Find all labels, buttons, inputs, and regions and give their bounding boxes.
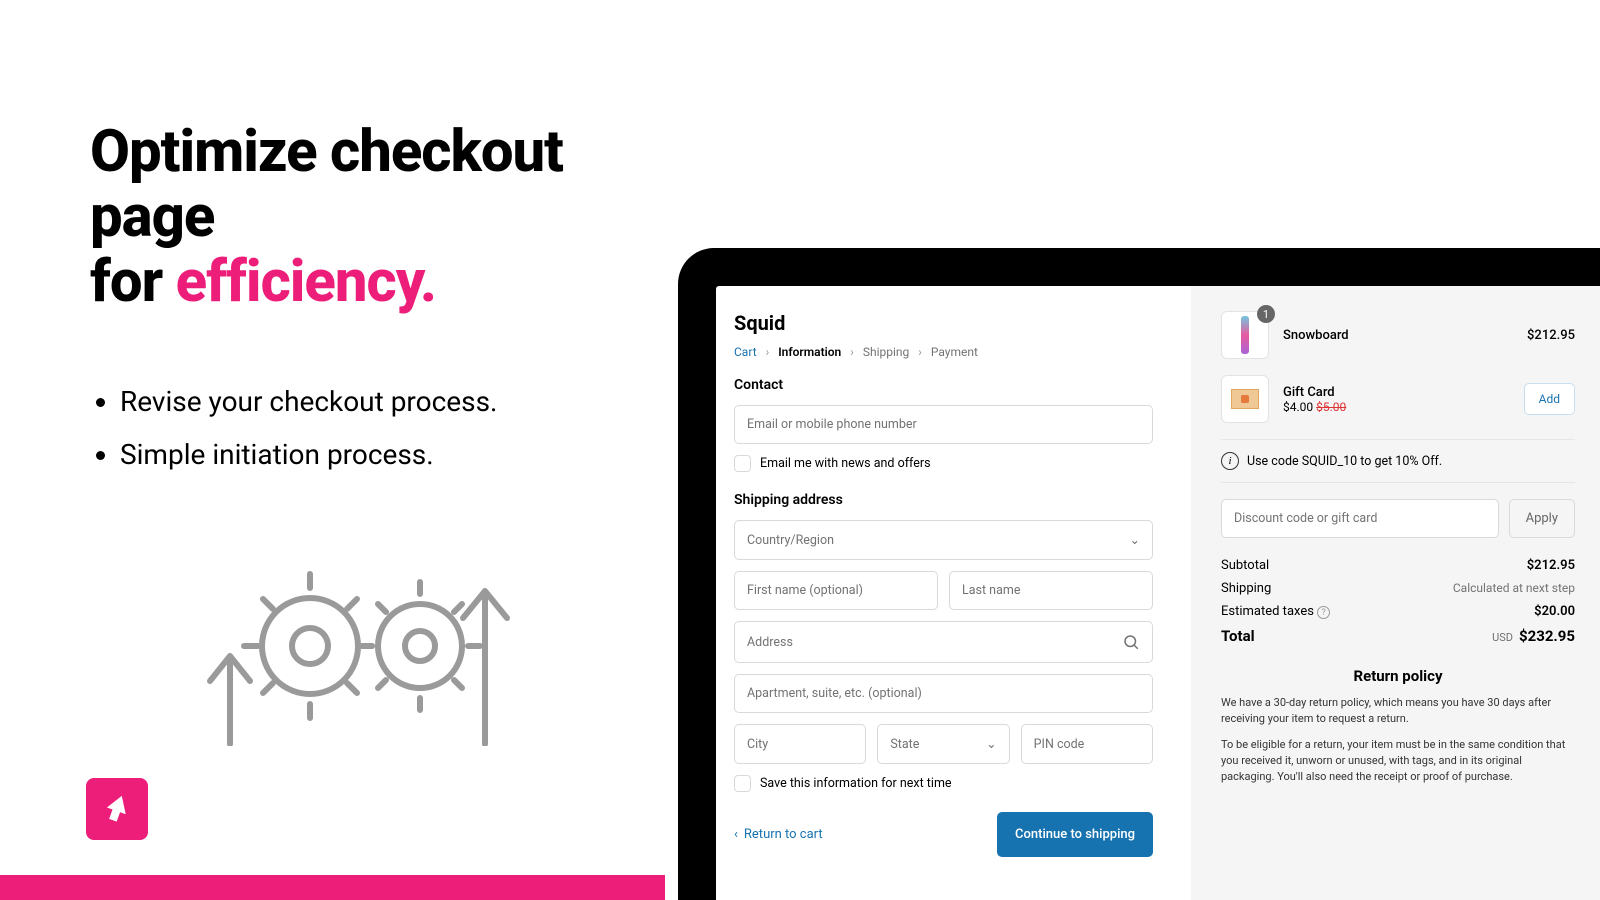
total-row: Total USD$232.95 <box>1221 627 1575 645</box>
add-button[interactable]: Add <box>1524 383 1575 415</box>
apply-button[interactable]: Apply <box>1509 499 1575 538</box>
hero-line1: Optimize checkout page <box>90 118 563 251</box>
contact-title: Contact <box>734 377 1153 393</box>
app-icon <box>86 778 148 840</box>
breadcrumb-shipping: Shipping <box>863 345 909 359</box>
email-field[interactable]: Email or mobile phone number <box>734 405 1153 444</box>
cart-item: 1 Snowboard $212.95 <box>1221 311 1575 359</box>
address-field[interactable]: Address <box>734 621 1153 663</box>
store-brand: Squid <box>734 311 1153 335</box>
save-info-label: Save this information for next time <box>760 776 952 791</box>
bullet-list: Revise your checkout process. Simple ini… <box>90 375 670 481</box>
help-icon[interactable]: ? <box>1317 606 1330 619</box>
item-name: Gift Card <box>1283 385 1346 400</box>
qty-badge: 1 <box>1257 305 1275 323</box>
checkout-screen: Squid Cart › Information › Shipping › Pa… <box>716 286 1600 900</box>
discount-input[interactable]: Discount code or gift card <box>1221 499 1499 538</box>
hero-headline: Optimize checkout page for efficiency. <box>90 120 670 315</box>
country-select[interactable]: Country/Region ⌄ <box>734 520 1153 560</box>
return-policy-text: To be eligible for a return, your item m… <box>1221 737 1575 785</box>
product-thumb <box>1221 375 1269 423</box>
bullet-item: Simple initiation process. <box>120 428 670 481</box>
promo-banner: i Use code SQUID_10 to get 10% Off. <box>1221 439 1575 483</box>
subtotal-row: Subtotal$212.95 <box>1221 558 1575 573</box>
save-info-checkbox[interactable] <box>734 775 751 792</box>
newsletter-label: Email me with news and offers <box>760 456 931 471</box>
breadcrumb-payment: Payment <box>931 345 978 359</box>
item-name: Snowboard <box>1283 328 1349 343</box>
apartment-field[interactable]: Apartment, suite, etc. (optional) <box>734 674 1153 713</box>
state-select[interactable]: State⌄ <box>877 724 1009 764</box>
return-policy-title: Return policy <box>1221 667 1575 685</box>
item-price: $212.95 <box>1527 328 1575 343</box>
device-frame: Squid Cart › Information › Shipping › Pa… <box>678 248 1600 900</box>
return-policy-text: We have a 30-day return policy, which me… <box>1221 695 1575 727</box>
first-name-field[interactable]: First name (optional) <box>734 571 938 610</box>
chevron-right-icon: › <box>918 345 922 359</box>
hero-line2-prefix: for <box>90 248 176 316</box>
city-field[interactable]: City <box>734 724 866 764</box>
upsell-item: Gift Card $4.00 $5.00 Add <box>1221 375 1575 423</box>
breadcrumb-cart[interactable]: Cart <box>734 345 757 359</box>
tax-row: Estimated taxes ? $20.00 <box>1221 604 1575 619</box>
search-icon <box>1122 633 1140 651</box>
bottom-accent-bar <box>0 875 665 900</box>
breadcrumb-information: Information <box>778 345 841 359</box>
chevron-down-icon: ⌄ <box>1130 532 1140 548</box>
gears-illustration <box>195 536 670 750</box>
continue-to-shipping-button[interactable]: Continue to shipping <box>997 812 1153 857</box>
item-compare-price: $5.00 <box>1316 400 1346 414</box>
pin-field[interactable]: PIN code <box>1021 724 1153 764</box>
newsletter-checkbox[interactable] <box>734 455 751 472</box>
chevron-right-icon: › <box>766 345 770 359</box>
shipping-row: ShippingCalculated at next step <box>1221 581 1575 596</box>
chevron-down-icon: ⌄ <box>986 736 996 752</box>
bullet-item: Revise your checkout process. <box>120 375 670 428</box>
chevron-right-icon: › <box>850 345 854 359</box>
item-price: $4.00 <box>1283 400 1313 414</box>
shipping-title: Shipping address <box>734 492 1153 508</box>
last-name-field[interactable]: Last name <box>949 571 1153 610</box>
info-icon: i <box>1221 452 1239 470</box>
breadcrumb: Cart › Information › Shipping › Payment <box>734 345 1153 359</box>
product-thumb: 1 <box>1221 311 1269 359</box>
hero-accent: efficiency. <box>176 248 436 316</box>
return-to-cart-link[interactable]: ‹ Return to cart <box>734 827 823 842</box>
chevron-left-icon: ‹ <box>734 827 738 842</box>
